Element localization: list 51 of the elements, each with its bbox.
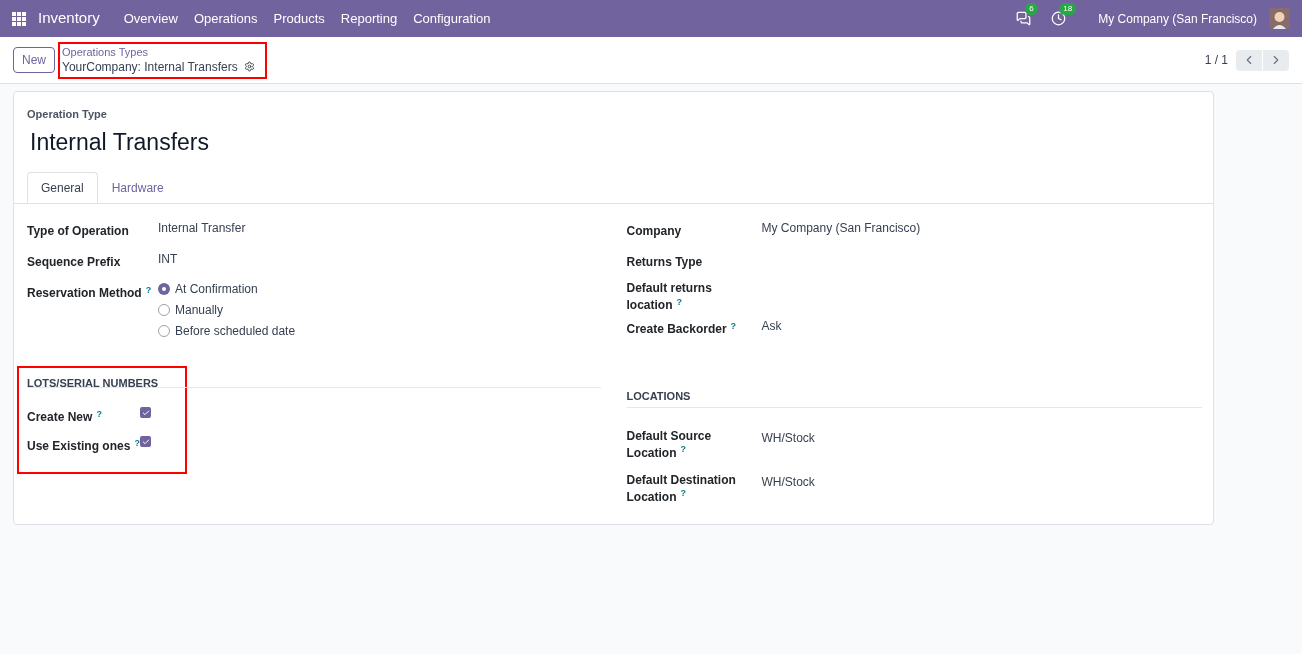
menu-item[interactable]: Reporting <box>340 8 398 29</box>
app-name[interactable]: Inventory <box>38 7 100 30</box>
checkbox[interactable] <box>140 436 151 447</box>
menu-item[interactable]: Products <box>273 8 325 29</box>
chat-icon[interactable] <box>1016 11 1032 26</box>
checkbox[interactable] <box>140 407 151 418</box>
tab[interactable]: Hardware <box>97 172 178 203</box>
new-button[interactable]: New <box>13 47 55 73</box>
apps-grid-icon[interactable] <box>12 11 26 26</box>
field-label: Create Backorder $^{?}$ <box>626 321 737 338</box>
field-label: Default Source Location $^{?}$ <box>626 427 713 462</box>
field-label: Company <box>626 223 682 240</box>
field-label: Reservation Method $^{?}$ <box>27 285 152 302</box>
field-value: INT <box>158 251 178 268</box>
radio-button[interactable] <box>158 282 170 295</box>
type-label: Operation Type <box>27 107 108 122</box>
previous-button[interactable] <box>1236 49 1262 71</box>
record-name: Internal Transfers <box>30 127 210 157</box>
count-badge: 18 <box>1059 3 1077 15</box>
menu-item[interactable]: Overview <box>123 8 178 29</box>
field-label: Use Existing ones $^{?}$ <box>27 438 140 455</box>
field-value: Internal Transfer <box>158 220 246 237</box>
radio-label: Before scheduled date <box>175 322 296 340</box>
section-title: LOTS/SERIAL NUMBERS <box>27 376 160 391</box>
field-label: Default returns location $^{?}$ <box>626 280 713 314</box>
avatar-icon[interactable] <box>1269 8 1290 29</box>
radio-button[interactable] <box>158 303 170 316</box>
tab[interactable]: General <box>27 172 98 203</box>
company-switcher[interactable]: My Company (San Francisco) <box>1098 9 1257 28</box>
count-badge: 6 <box>1025 3 1038 15</box>
next-button[interactable] <box>1263 49 1289 71</box>
menu-item[interactable]: Operations <box>193 8 258 29</box>
field-label: Returns Type <box>626 254 703 271</box>
pager-counter: 1 / 1 <box>1204 52 1228 69</box>
radio-label: At Confirmation <box>175 280 258 298</box>
menu-item[interactable]: Configuration <box>413 8 491 29</box>
radio-button[interactable] <box>158 324 170 337</box>
field-label: Type of Operation <box>27 223 129 240</box>
field-label: Create New $^{?}$ <box>27 409 102 426</box>
field-value: WH/Stock <box>761 473 815 491</box>
clock-icon[interactable] <box>1051 11 1067 26</box>
record-title: YourCompany: Internal Transfers <box>62 58 238 75</box>
field-value: Ask <box>761 318 782 335</box>
field-value: WH/Stock <box>761 429 815 447</box>
settings-icon[interactable] <box>243 61 255 72</box>
radio-label: Manually <box>175 301 224 319</box>
field-label: Default Destination Location $^{?}$ <box>626 471 737 506</box>
field-value: My Company (San Francisco) <box>761 220 921 237</box>
section-title: LOCATIONS <box>626 389 692 404</box>
breadcrumb-link[interactable]: Operations Types <box>62 45 263 59</box>
field-label: Sequence Prefix <box>27 254 121 271</box>
